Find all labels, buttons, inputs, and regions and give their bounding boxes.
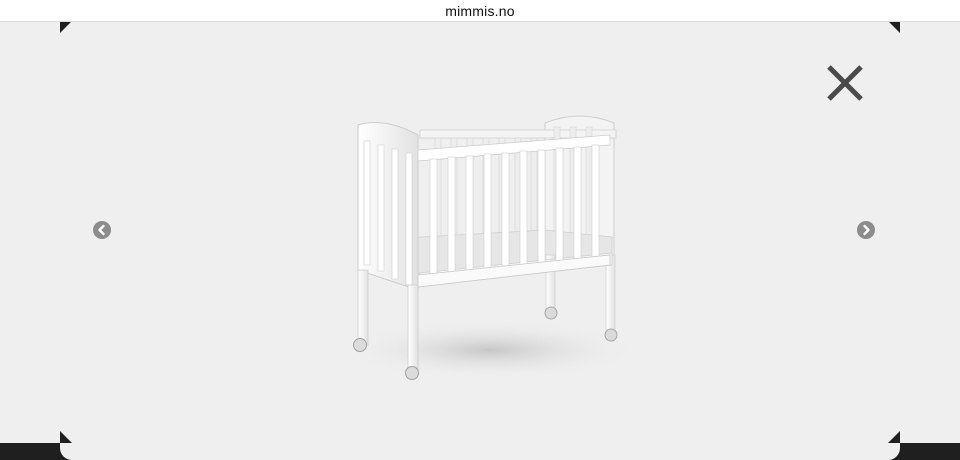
previous-image-button[interactable] (93, 221, 111, 239)
close-icon (827, 65, 863, 101)
address-bar[interactable]: mimmis.no (0, 0, 960, 22)
page-edge-right (898, 21, 960, 443)
close-button[interactable] (824, 62, 866, 104)
url-text[interactable]: mimmis.no (445, 3, 514, 19)
page-edge-left (0, 21, 62, 443)
product-image-crib (340, 115, 640, 380)
chevron-right-icon (863, 224, 870, 236)
chevron-left-icon (98, 224, 105, 236)
next-image-button[interactable] (857, 221, 875, 239)
